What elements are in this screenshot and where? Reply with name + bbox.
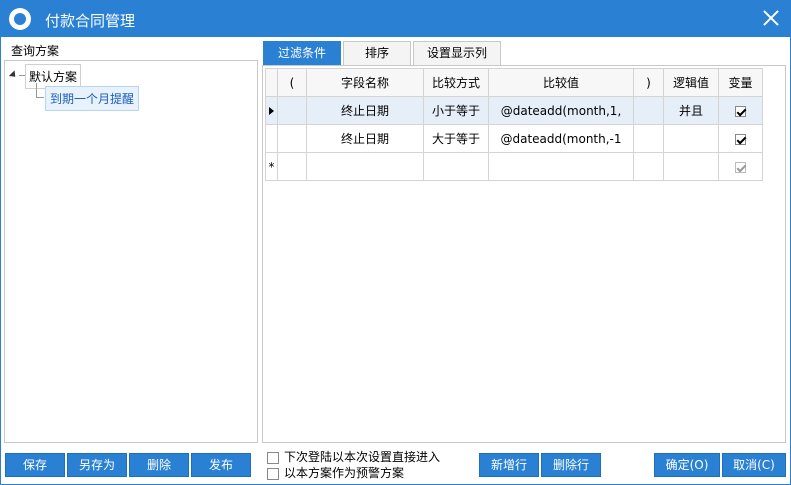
table-row[interactable]: 终止日期 小于等于 @dateadd(month,1, 并且 — [265, 96, 763, 125]
save-button[interactable]: 保存 — [5, 453, 65, 477]
cell-variable[interactable] — [718, 124, 763, 153]
delete-row-button[interactable]: 删除行 — [541, 453, 601, 477]
tree-node-expiry-reminder[interactable]: 到期一个月提醒 — [45, 86, 140, 111]
dialog-window: 付款合同管理 查询方案 默认方案 到期一个月提醒 保存 另存为 删除 发布 过滤… — [0, 0, 791, 485]
col-field-name[interactable]: 字段名称 — [306, 68, 424, 97]
cell-variable[interactable] — [718, 152, 763, 181]
variable-checkbox[interactable] — [735, 133, 746, 145]
option-as-warning[interactable]: 以本方案作为预警方案 — [267, 464, 404, 481]
cell-op[interactable]: 大于等于 — [423, 124, 489, 153]
delete-scheme-button[interactable]: 删除 — [129, 453, 189, 477]
tab-sort[interactable]: 排序 — [343, 41, 411, 65]
col-compare-value[interactable]: 比较值 — [488, 68, 634, 97]
tab-filter-conditions[interactable]: 过滤条件 — [263, 41, 341, 65]
cell-field[interactable] — [306, 152, 424, 181]
ok-button[interactable]: 确定(O) — [654, 453, 720, 477]
col-open-paren[interactable]: ( — [277, 68, 307, 97]
cell-open-paren[interactable] — [277, 152, 307, 181]
title-bar: 付款合同管理 — [1, 1, 790, 37]
tab-display-columns[interactable]: 设置显示列 — [413, 41, 501, 65]
cell-op[interactable]: 小于等于 — [423, 96, 489, 125]
col-compare-op[interactable]: 比较方式 — [423, 68, 489, 97]
row-selector[interactable] — [265, 96, 278, 125]
cell-variable[interactable] — [718, 96, 763, 125]
variable-checkbox[interactable] — [735, 105, 746, 117]
row-selector[interactable] — [265, 124, 278, 153]
cell-open-paren[interactable] — [277, 96, 307, 125]
cancel-button[interactable]: 取消(C) — [722, 453, 786, 477]
scheme-tree: 默认方案 到期一个月提醒 — [4, 60, 258, 443]
cell-open-paren[interactable] — [277, 124, 307, 153]
cell-logic[interactable]: 并且 — [663, 96, 719, 125]
table-row[interactable]: 终止日期 大于等于 @dateadd(month,-1 — [265, 124, 763, 153]
row-header-cell — [265, 68, 278, 97]
variable-checkbox[interactable] — [735, 161, 746, 173]
cell-value[interactable] — [488, 152, 634, 181]
filter-panel: ( 字段名称 比较方式 比较值 ) 逻辑值 变量 终止日期 小于等于 @date… — [262, 65, 786, 443]
col-variable[interactable]: 变量 — [718, 68, 763, 97]
table-row-new[interactable]: * — [265, 152, 763, 181]
cell-field[interactable]: 终止日期 — [306, 124, 424, 153]
cell-logic[interactable] — [663, 152, 719, 181]
tree-line — [36, 83, 37, 97]
grid-header-row: ( 字段名称 比较方式 比较值 ) 逻辑值 变量 — [265, 68, 763, 97]
col-logic[interactable]: 逻辑值 — [663, 68, 719, 97]
cell-value[interactable]: @dateadd(month,-1 — [488, 124, 634, 153]
cell-op[interactable] — [423, 152, 489, 181]
expand-triangle-icon[interactable] — [8, 70, 19, 80]
cell-close-paren[interactable] — [633, 152, 664, 181]
publish-button[interactable]: 发布 — [191, 453, 251, 477]
direct-enter-label: 下次登陆以本次设置直接进入 — [284, 450, 441, 464]
as-warning-checkbox[interactable] — [267, 467, 279, 480]
cell-close-paren[interactable] — [633, 124, 664, 153]
cell-value[interactable]: @dateadd(month,1, — [488, 96, 634, 125]
current-row-arrow-icon — [269, 106, 274, 115]
window-title: 付款合同管理 — [45, 12, 136, 30]
close-icon[interactable] — [760, 7, 782, 29]
tree-line — [36, 97, 44, 98]
cell-logic[interactable] — [663, 124, 719, 153]
cell-field[interactable]: 终止日期 — [306, 96, 424, 125]
col-close-paren[interactable]: ) — [633, 68, 664, 97]
filter-grid: ( 字段名称 比较方式 比较值 ) 逻辑值 变量 终止日期 小于等于 @date… — [265, 68, 763, 181]
scheme-list-label: 查询方案 — [11, 44, 60, 58]
new-row-marker: * — [265, 152, 278, 181]
cell-close-paren[interactable] — [633, 96, 664, 125]
add-row-button[interactable]: 新增行 — [479, 453, 539, 477]
as-warning-label: 以本方案作为预警方案 — [284, 466, 405, 480]
app-logo-icon — [9, 8, 31, 30]
save-as-button[interactable]: 另存为 — [67, 453, 127, 477]
option-direct-enter[interactable]: 下次登陆以本次设置直接进入 — [267, 448, 440, 465]
direct-enter-checkbox[interactable] — [267, 451, 279, 464]
